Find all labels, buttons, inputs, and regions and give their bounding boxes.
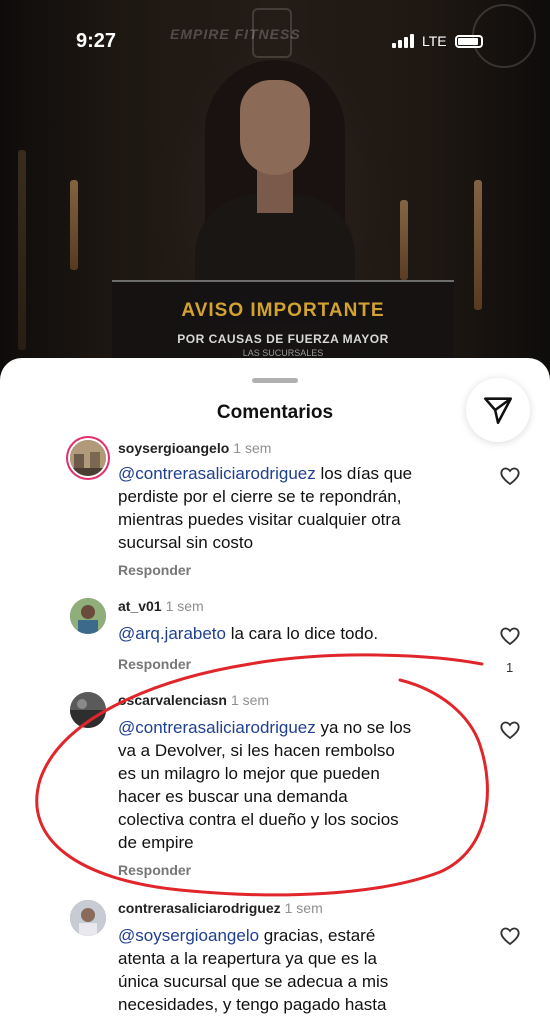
comment-text-line: va a Devolver, si les hacen rembolso <box>118 741 395 760</box>
comment-header: soysergioangelo 1 sem <box>118 440 271 456</box>
comment-text-line: única sucursal que se adecua a mis <box>118 972 389 991</box>
comment-time: 1 sem <box>233 440 272 456</box>
comment-text-line: gracias, estaré <box>259 926 376 945</box>
reply-button[interactable]: Responder <box>118 656 191 672</box>
notice-title: AVISO IMPORTANTE <box>181 300 385 321</box>
comment-text-line: sucursal sin costo <box>118 533 254 552</box>
battery-icon <box>454 34 483 48</box>
comment-text-line: la cara lo dice todo. <box>226 624 379 643</box>
signal-icon <box>392 34 414 48</box>
avatar[interactable] <box>70 440 106 476</box>
username[interactable]: contrerasaliciarodriguez <box>118 900 281 916</box>
mention-link[interactable]: @contrerasaliciarodriguez <box>118 464 316 483</box>
comment-text-line: perdiste por el cierre se te repondrán, <box>118 487 402 506</box>
comment-time: 1 sem <box>165 598 204 614</box>
network-label: LTE <box>422 33 447 49</box>
comment-time: 1 sem <box>230 692 270 708</box>
heart-icon[interactable] <box>498 924 522 948</box>
gym-light <box>400 200 408 280</box>
notice-small: LAS SUCURSALES <box>242 348 324 358</box>
comment-text: @arq.jarabeto la cara lo dice todo. <box>118 622 478 645</box>
gym-light <box>70 180 78 270</box>
gym-light <box>474 180 482 310</box>
comment-text-line: mientras puedes visitar cualquier otra <box>118 510 401 529</box>
username[interactable]: oscarvalenciasn <box>118 692 227 708</box>
comment-text-line: los días que <box>315 464 413 483</box>
brand-logo <box>252 8 292 58</box>
comment-text-line: de empire <box>118 833 194 852</box>
avatar[interactable] <box>70 598 106 634</box>
heart-icon[interactable] <box>498 718 522 742</box>
mention-link[interactable]: @contrerasaliciarodriguez <box>118 718 316 737</box>
mention-link[interactable]: @soysergioangelo <box>118 926 259 945</box>
status-right: LTE <box>392 33 483 49</box>
share-icon <box>483 397 513 425</box>
comment-header: contrerasaliciarodriguez 1 sem <box>118 900 323 916</box>
notice-subtitle: POR CAUSAS DE FUERZA MAYOR <box>177 332 389 346</box>
gym-light <box>18 150 26 350</box>
screen: { "status_bar": { "time": "9:27", "netwo… <box>0 0 550 1024</box>
status-time: 9:27 <box>76 30 117 52</box>
share-button[interactable] <box>466 378 530 442</box>
reply-button[interactable]: Responder <box>118 862 191 878</box>
post-image: EMPIRE FITNESS AVISO IMPORTANTE POR CAUS… <box>0 0 550 420</box>
comment-text: @contrerasaliciarodriguez ya no se los v… <box>118 716 478 854</box>
username[interactable]: soysergioangelo <box>118 440 229 456</box>
comment-text: @soysergioangelo gracias, estaré atenta … <box>118 924 478 1016</box>
avatar[interactable] <box>70 692 106 728</box>
comment-header: oscarvalenciasn 1 sem <box>118 692 269 708</box>
comment-text-line: colectiva contra el dueño y los socios <box>118 810 399 829</box>
like-count: 1 <box>506 660 514 675</box>
comment-header: at_v01 1 sem <box>118 598 204 614</box>
mention-link[interactable]: @arq.jarabeto <box>118 624 226 643</box>
avatar[interactable] <box>70 900 106 936</box>
comment-text-line: atenta a la reapertura ya que es la <box>118 949 377 968</box>
comment-text-line: ya no se los <box>315 718 412 737</box>
reply-button[interactable]: Responder <box>118 562 191 578</box>
notice-banner: AVISO IMPORTANTE POR CAUSAS DE FUERZA MA… <box>112 280 454 360</box>
username[interactable]: at_v01 <box>118 598 162 614</box>
comment-text-line: hacer es buscar una demanda <box>118 787 348 806</box>
comment-text: @contrerasaliciarodriguez los días que p… <box>118 462 478 554</box>
heart-icon[interactable] <box>498 464 522 488</box>
heart-icon[interactable] <box>498 624 522 648</box>
comment-time: 1 sem <box>284 900 323 916</box>
comment-text-line: necesidades, y tengo pagado hasta <box>118 995 387 1014</box>
comment-text-line: es un milagro lo mejor que pueden <box>118 764 380 783</box>
drag-handle[interactable] <box>252 378 298 383</box>
